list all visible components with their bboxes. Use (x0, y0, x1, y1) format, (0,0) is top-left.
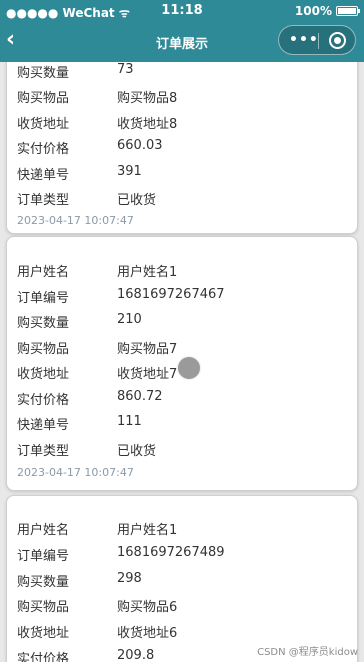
field-label: 购买数量 (17, 66, 70, 81)
field-value: 860.72 (117, 389, 163, 404)
field-label: 收货地址 (17, 367, 70, 382)
battery-icon (336, 6, 360, 16)
field-label: 购买数量 (17, 575, 70, 590)
field-label: 快递单号 (17, 418, 70, 433)
field-value: 购买物品6 (117, 600, 178, 615)
field-label: 快递单号 (17, 168, 70, 183)
field-value: 391 (117, 164, 142, 179)
order-card[interactable]: 购买数量 73 购买物品 购买物品8 收货地址 收货地址8 实付价格 660.03 快递… (6, 62, 358, 234)
field-label: 用户姓名 (17, 265, 70, 280)
field-label: 实付价格 (17, 652, 70, 662)
field-label: 购买物品 (17, 91, 70, 106)
field-value: 298 (117, 571, 142, 586)
field-value: 购买物品8 (117, 91, 178, 106)
field-value: 已收货 (117, 193, 157, 208)
field-label: 购买数量 (17, 316, 70, 331)
field-label: 实付价格 (17, 142, 70, 157)
order-date: 2023-04-17 10:07:47 (17, 466, 134, 479)
field-label: 订单编号 (17, 549, 70, 564)
touch-indicator (178, 357, 200, 379)
field-label: 购买物品 (17, 600, 70, 615)
more-icon[interactable]: ••• (289, 33, 319, 47)
field-label: 购买物品 (17, 342, 70, 357)
order-list[interactable]: 购买数量 73 购买物品 购买物品8 收货地址 收货地址8 实付价格 660.03 快递… (0, 62, 364, 662)
field-value: 111 (117, 414, 142, 429)
field-value: 购买物品7 (117, 342, 178, 357)
order-card[interactable]: 用户姓名 用户姓名1 订单编号 1681697267489 购买数量 298 购买物品… (6, 495, 358, 662)
order-date: 2023-04-17 10:07:47 (17, 214, 134, 227)
field-value: 210 (117, 312, 142, 327)
field-value: 660.03 (117, 138, 163, 153)
field-value: 1681697267467 (117, 287, 225, 302)
capsule-divider (318, 33, 319, 49)
field-value: 1681697267489 (117, 545, 225, 560)
field-label: 订单编号 (17, 291, 70, 306)
field-label: 订单类型 (17, 444, 70, 459)
navigation-bar: ‹ 订单展示 ••• (0, 22, 364, 62)
field-label: 订单类型 (17, 193, 70, 208)
target-icon[interactable] (329, 32, 346, 49)
field-value: 收货地址7 (117, 367, 178, 382)
field-label: 实付价格 (17, 393, 70, 408)
status-bar: ●●●●● WeChat ᯤ 11:18 100% (0, 0, 364, 22)
field-value: 73 (117, 62, 134, 77)
field-value: 用户姓名1 (117, 523, 178, 538)
field-label: 收货地址 (17, 117, 70, 132)
field-value: 已收货 (117, 444, 157, 459)
mini-program-capsule: ••• (278, 25, 356, 55)
field-value: 用户姓名1 (117, 265, 178, 280)
field-value: 209.8 (117, 648, 155, 662)
field-label: 用户姓名 (17, 523, 70, 538)
field-value: 收货地址6 (117, 626, 178, 641)
watermark: CSDN @程序员kidow (257, 647, 358, 658)
field-label: 收货地址 (17, 626, 70, 641)
field-value: 收货地址8 (117, 117, 178, 132)
battery-percent: 100% (294, 4, 332, 18)
